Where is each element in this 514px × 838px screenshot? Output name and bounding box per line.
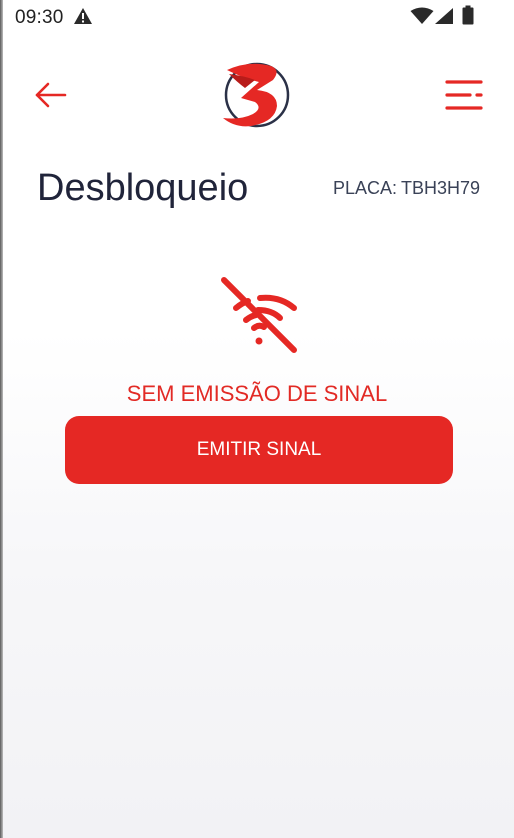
window-edge: [0, 0, 3, 838]
warning-icon: [74, 8, 92, 24]
plate-info: PLACA: TBH3H79: [333, 178, 480, 199]
cell-signal-icon: [435, 8, 453, 24]
emit-signal-button[interactable]: EMITIR SINAL: [65, 416, 453, 484]
battery-icon: [462, 5, 474, 25]
menu-button[interactable]: [444, 77, 484, 113]
menu-icon: [445, 80, 483, 110]
brand-logo: [223, 62, 290, 128]
signal-status-message: SEM EMISSÃO DE SINAL: [126, 381, 388, 406]
page-title: Desbloqueio: [37, 167, 249, 209]
unlock-screen: 09:30 Desbloqueio PLACA: TBH3H79 SEM EMI…: [0, 0, 514, 838]
status-bar: 09:30: [0, 0, 514, 34]
back-button[interactable]: [33, 80, 69, 110]
arrow-left-icon: [35, 82, 67, 108]
plate-label: PLACA:: [332, 178, 397, 198]
status-time: 09:30: [15, 7, 64, 28]
wifi-off-icon: [221, 277, 297, 353]
plate-value: TBH3H79: [400, 178, 480, 198]
wifi-icon: [410, 7, 434, 24]
